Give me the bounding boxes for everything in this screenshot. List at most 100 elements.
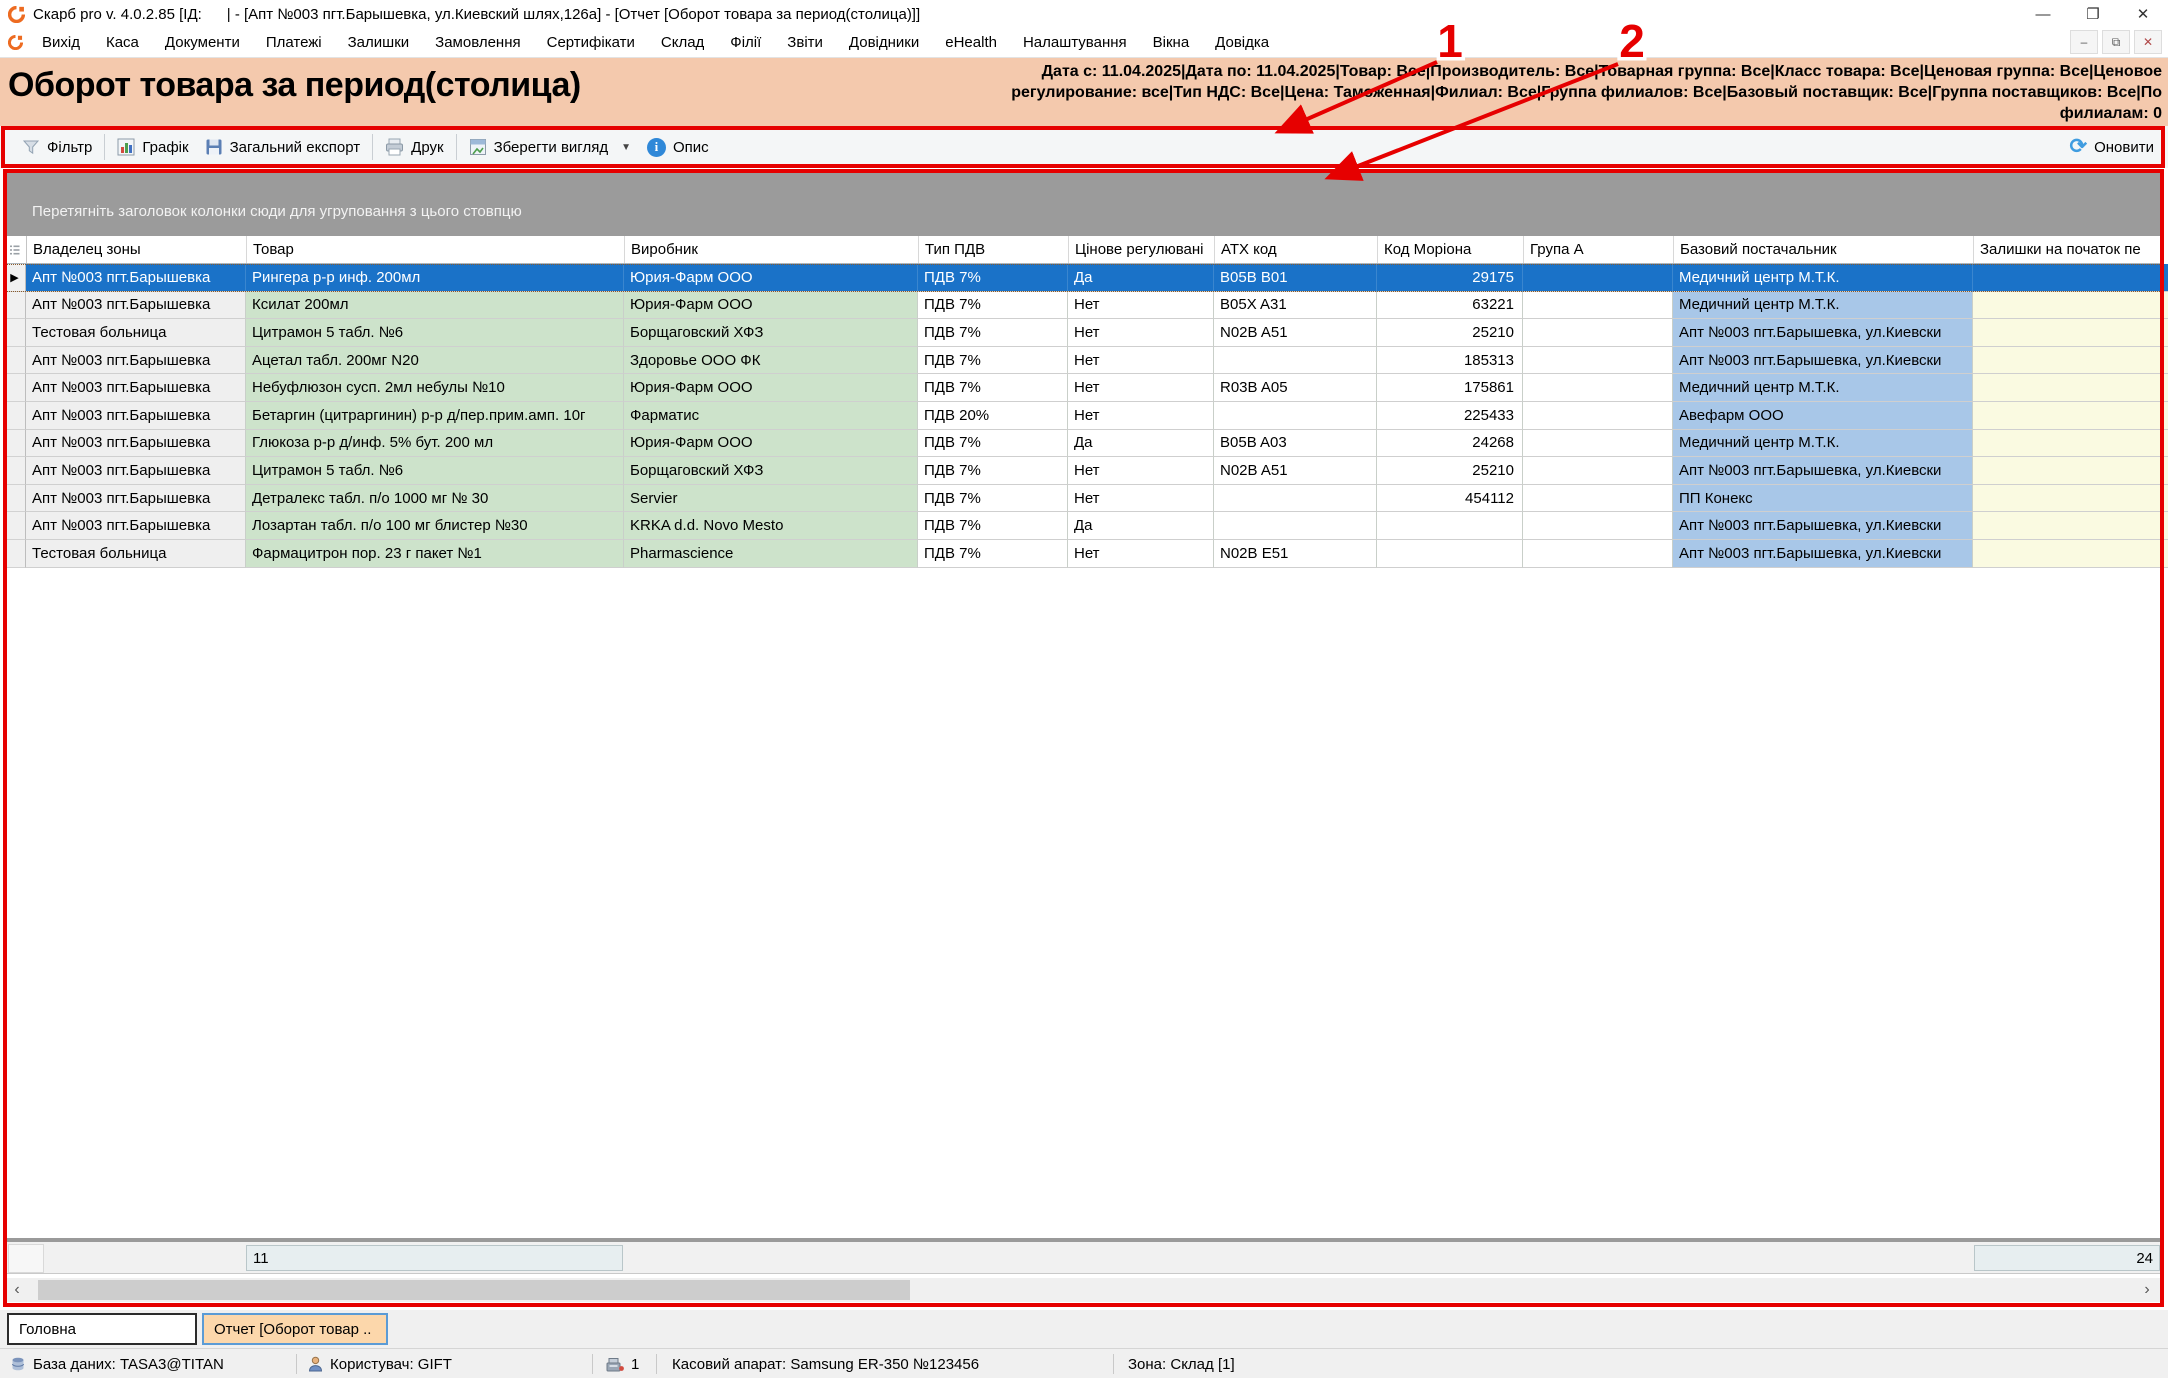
tab-report[interactable]: Отчет [Оборот товар .. xyxy=(202,1313,388,1345)
filter-line-2: регулирование: все|Тип НДС: Все|Цена: Та… xyxy=(832,82,2162,103)
menu-item[interactable]: Замовлення xyxy=(422,34,533,51)
table-cell: N02B E51 xyxy=(1214,540,1377,568)
table-cell: ПДВ 7% xyxy=(918,512,1068,540)
menu-item[interactable]: Документи xyxy=(152,34,253,51)
table-cell xyxy=(1973,374,2168,402)
table-cell: Ксилат 200мл xyxy=(246,292,624,320)
menu-item[interactable]: Каса xyxy=(93,34,152,51)
chart-button[interactable]: Графік xyxy=(109,134,196,160)
table-cell xyxy=(1214,485,1377,513)
toolbar: Фільтр Графік Загальний експорт Друк xyxy=(0,126,2168,168)
tab-main[interactable]: Головна xyxy=(7,1313,197,1345)
save-view-button[interactable]: Зберегти вигляд ▼ xyxy=(461,134,639,160)
table-row[interactable]: Апт №003 пгт.БарышевкаЛозартан табл. п/о… xyxy=(4,512,2162,540)
menu-item[interactable]: Вікна xyxy=(1140,34,1203,51)
application-window: Скарб pro v. 4.0.2.85 [ІД: | - [Апт №003… xyxy=(0,0,2168,1378)
menu-item[interactable]: Залишки xyxy=(335,34,423,51)
print-button[interactable]: Друк xyxy=(377,134,451,160)
table-row[interactable]: Тестовая больницаФармацитрон пор. 23 г п… xyxy=(4,540,2162,568)
grid-rows: ▶Апт №003 пгт.БарышевкаРингера р-р инф. … xyxy=(4,264,2162,568)
column-header[interactable]: Владелец зоны xyxy=(27,236,247,263)
scroll-left-icon[interactable]: ‹ xyxy=(4,1278,30,1302)
restore-button[interactable]: ❐ xyxy=(2068,0,2118,28)
filter-button[interactable]: Фільтр xyxy=(14,134,100,160)
table-row[interactable]: Апт №003 пгт.БарышевкаБетаргин (цитрарги… xyxy=(4,402,2162,430)
table-cell xyxy=(1523,292,1673,320)
table-row[interactable]: Апт №003 пгт.БарышевкаКсилат 200млЮрия-Ф… xyxy=(4,292,2162,320)
minimize-button[interactable]: — xyxy=(2018,0,2068,28)
menu-item[interactable]: Звіти xyxy=(774,34,836,51)
menu-item[interactable]: Довідники xyxy=(836,34,932,51)
table-cell xyxy=(1523,485,1673,513)
table-row[interactable]: Апт №003 пгт.БарышевкаГлюкоза р-р д/инф.… xyxy=(4,430,2162,458)
grid-footer-row: 11 24 xyxy=(4,1242,2162,1274)
chevron-down-icon[interactable]: ▼ xyxy=(621,142,631,153)
footer-indicator-cell xyxy=(8,1244,44,1273)
menu-item[interactable]: Налаштування xyxy=(1010,34,1140,51)
table-cell: Борщаговский ХФЗ xyxy=(624,457,918,485)
table-cell: N02B A51 xyxy=(1214,319,1377,347)
status-cash-register: Касовий апарат: Samsung ER-350 №123456 xyxy=(672,1349,979,1378)
column-header[interactable]: Цінове регулювані xyxy=(1069,236,1215,263)
scroll-right-icon[interactable]: › xyxy=(2134,1278,2160,1302)
table-row[interactable]: Апт №003 пгт.БарышевкаЦитрамон 5 табл. №… xyxy=(4,457,2162,485)
row-indicator-cell xyxy=(4,512,26,540)
table-row[interactable]: Апт №003 пгт.БарышевкаАцетал табл. 200мг… xyxy=(4,347,2162,375)
column-header[interactable]: Група А xyxy=(1524,236,1674,263)
table-cell: ПДВ 7% xyxy=(918,347,1068,375)
table-cell xyxy=(1973,457,2168,485)
refresh-button[interactable]: ⟳ Оновити xyxy=(2070,126,2155,168)
table-row[interactable]: ▶Апт №003 пгт.БарышевкаРингера р-р инф. … xyxy=(4,264,2162,292)
table-cell: Медичний центр М.Т.К. xyxy=(1673,430,1973,458)
column-header[interactable]: Виробник xyxy=(625,236,919,263)
close-button[interactable]: ✕ xyxy=(2118,0,2168,28)
menu-item[interactable]: Довідка xyxy=(1202,34,1282,51)
print-button-label: Друк xyxy=(411,139,443,156)
table-cell: Апт №003 пгт.Барышевка xyxy=(26,292,246,320)
app-logo-icon xyxy=(8,35,23,50)
description-button[interactable]: i Опис xyxy=(639,134,717,161)
scrollbar-thumb[interactable] xyxy=(38,1280,910,1300)
export-button[interactable]: Загальний експорт xyxy=(197,134,369,160)
status-bar: База даних: TASA3@TITAN Користувач: GIFT… xyxy=(0,1348,2168,1378)
table-cell: Нет xyxy=(1068,374,1214,402)
column-header[interactable]: Код Моріона xyxy=(1378,236,1524,263)
row-indicator-cell xyxy=(4,430,26,458)
table-cell xyxy=(1973,292,2168,320)
table-cell: ПДВ 7% xyxy=(918,374,1068,402)
menu-item[interactable]: Філії xyxy=(717,34,774,51)
group-by-hint: Перетягніть заголовок колонки сюди для у… xyxy=(32,203,522,220)
table-cell: KRKA d.d. Novo Mesto xyxy=(624,512,918,540)
horizontal-scrollbar[interactable]: ‹ › xyxy=(4,1278,2162,1302)
table-cell xyxy=(1214,512,1377,540)
menu-item[interactable]: Склад xyxy=(648,34,717,51)
menu-item[interactable]: Сертифікати xyxy=(534,34,648,51)
table-cell: Юрия-Фарм ООО xyxy=(624,264,918,292)
table-cell: Медичний центр М.Т.К. xyxy=(1673,374,1973,402)
menu-item[interactable]: Вихід xyxy=(29,34,93,51)
mdi-close-button[interactable]: ✕ xyxy=(2134,30,2162,54)
menu-item[interactable]: eHealth xyxy=(932,34,1010,51)
group-by-panel[interactable]: Перетягніть заголовок колонки сюди для у… xyxy=(4,171,2162,236)
table-cell xyxy=(1523,430,1673,458)
table-cell: Юрия-Фарм ООО xyxy=(624,374,918,402)
table-row[interactable]: Апт №003 пгт.БарышевкаДетралекс табл. п/… xyxy=(4,485,2162,513)
table-cell: ПДВ 7% xyxy=(918,430,1068,458)
column-header[interactable]: Залишки на початок пе xyxy=(1974,236,2168,263)
table-cell xyxy=(1523,457,1673,485)
table-cell: B05B B01 xyxy=(1214,264,1377,292)
column-header[interactable]: АТХ код xyxy=(1215,236,1378,263)
column-header[interactable]: Тип ПДВ xyxy=(919,236,1069,263)
column-header[interactable]: Базовий постачальник xyxy=(1674,236,1974,263)
column-header[interactable]: Товар xyxy=(247,236,625,263)
mdi-restore-button[interactable]: ⧉ xyxy=(2102,30,2130,54)
table-cell xyxy=(1214,347,1377,375)
mdi-minimize-button[interactable]: – xyxy=(2070,30,2098,54)
table-cell: Servier xyxy=(624,485,918,513)
menu-item[interactable]: Платежі xyxy=(253,34,335,51)
table-row[interactable]: Апт №003 пгт.БарышевкаНебуфлюзон сусп. 2… xyxy=(4,374,2162,402)
save-view-button-label: Зберегти вигляд xyxy=(494,139,609,156)
table-cell xyxy=(1973,347,2168,375)
table-cell: Апт №003 пгт.Барышевка, ул.Киевски xyxy=(1673,319,1973,347)
table-row[interactable]: Тестовая больницаЦитрамон 5 табл. №6Борщ… xyxy=(4,319,2162,347)
